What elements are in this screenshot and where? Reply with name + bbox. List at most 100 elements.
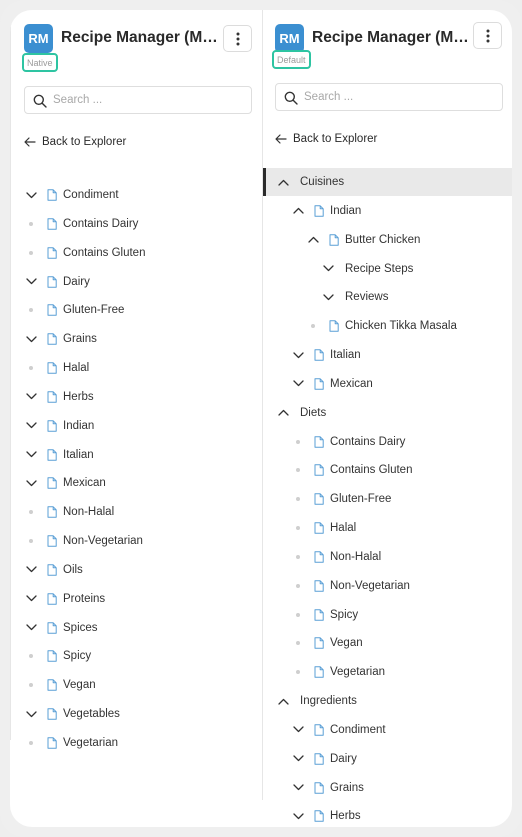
chevron-down-icon [292, 784, 304, 791]
more-options-button[interactable] [473, 22, 502, 49]
expand-toggle[interactable] [277, 176, 289, 188]
tree-item[interactable]: Mexican [10, 469, 263, 497]
expand-toggle[interactable] [292, 349, 304, 361]
document-icon [47, 218, 57, 230]
expand-toggle[interactable] [292, 205, 304, 217]
tree-item[interactable]: Non-Vegetarian [10, 527, 263, 555]
tree-item[interactable]: Spices [10, 614, 263, 642]
expand-toggle[interactable] [25, 276, 37, 288]
expand-toggle[interactable] [277, 407, 289, 419]
search-input[interactable] [53, 90, 233, 110]
search-box[interactable] [275, 83, 503, 111]
tree-item[interactable]: Dairy [10, 268, 263, 296]
tree-leaf-marker [292, 609, 304, 621]
tree-item[interactable]: Reviews [263, 283, 512, 311]
tree-item[interactable]: Condiment [263, 716, 512, 744]
expand-toggle[interactable] [25, 708, 37, 720]
bullet-dot-icon [29, 366, 33, 371]
expand-toggle[interactable] [292, 724, 304, 736]
expand-toggle[interactable] [307, 234, 319, 246]
tree-item[interactable]: Vegetarian [263, 658, 512, 686]
tree-item[interactable]: Vegan [10, 671, 263, 699]
expand-toggle[interactable] [277, 695, 289, 707]
chevron-down-icon [292, 351, 304, 358]
tree-item-label: Gluten-Free [330, 493, 392, 506]
tree-item[interactable]: Halal [263, 514, 512, 542]
tree-leaf-marker [292, 637, 304, 649]
expand-toggle[interactable] [25, 622, 37, 634]
tree-item[interactable]: Cuisines [263, 168, 512, 196]
tree-item[interactable]: Herbs [10, 383, 263, 411]
expand-toggle[interactable] [322, 291, 334, 303]
tree-item[interactable]: Proteins [10, 585, 263, 613]
document-icon [47, 593, 57, 605]
tree-item[interactable]: Halal [10, 354, 263, 382]
back-to-explorer-link[interactable]: Back to Explorer [24, 133, 126, 151]
tree-item[interactable]: Non-Halal [263, 543, 512, 571]
document-icon [47, 621, 57, 634]
tree-item[interactable]: Ingredients [263, 687, 512, 715]
left-pane: RM Recipe Manager (Metadata) Native Back… [10, 10, 263, 827]
expand-toggle[interactable] [292, 782, 304, 794]
bullet-dot-icon [311, 324, 315, 329]
search-icon [33, 94, 47, 108]
tree-item[interactable]: Vegetables [10, 700, 263, 728]
tree-item[interactable]: Diets [263, 399, 512, 427]
expand-toggle[interactable] [25, 449, 37, 461]
bullet-dot-icon [296, 583, 300, 588]
document-icon [47, 420, 57, 432]
tree-item[interactable]: Vegetarian [10, 729, 263, 757]
expand-toggle[interactable] [25, 189, 37, 201]
tree-item[interactable]: Gluten-Free [10, 296, 263, 324]
tree-item[interactable]: Condiment [10, 181, 263, 209]
left-edge-divider [10, 10, 11, 740]
expand-toggle[interactable] [292, 810, 304, 822]
tree-item[interactable]: Contains Dairy [10, 210, 263, 238]
tree-item[interactable]: Recipe Steps [263, 255, 512, 283]
tree-item[interactable]: Chicken Tikka Masala [263, 312, 512, 340]
tree-item[interactable]: Non-Vegetarian [263, 572, 512, 600]
document-icon [314, 580, 324, 592]
expand-toggle[interactable] [25, 477, 37, 489]
tree-item[interactable]: Contains Dairy [263, 428, 512, 456]
bullet-dot-icon [296, 670, 300, 675]
tree-item[interactable]: Indian [263, 197, 512, 225]
chevron-down-icon [25, 595, 37, 602]
tree-item[interactable]: Oils [10, 556, 263, 584]
search-box[interactable] [24, 86, 252, 114]
tree-item[interactable]: Mexican [263, 370, 512, 398]
tree-item[interactable]: Butter Chicken [263, 226, 512, 254]
tree-item[interactable]: Italian [10, 441, 263, 469]
expand-toggle[interactable] [292, 378, 304, 390]
search-input[interactable] [304, 87, 484, 107]
document-icon [314, 724, 324, 736]
tree-item[interactable]: Contains Gluten [263, 456, 512, 484]
more-options-button[interactable] [223, 25, 252, 52]
tree-item[interactable]: Spicy [263, 601, 512, 629]
back-to-explorer-link[interactable]: Back to Explorer [275, 130, 377, 148]
expand-toggle[interactable] [25, 391, 37, 403]
expand-toggle[interactable] [322, 263, 334, 275]
expand-toggle[interactable] [25, 333, 37, 345]
tree-leaf-marker [25, 218, 37, 230]
tree-item[interactable]: Gluten-Free [263, 485, 512, 513]
chevron-down-icon [25, 480, 37, 487]
tree-item[interactable]: Grains [263, 774, 512, 802]
tree-leaf-marker [307, 320, 319, 332]
tree-item[interactable]: Indian [10, 412, 263, 440]
tree-item[interactable]: Spicy [10, 642, 263, 670]
tree-item[interactable]: Vegan [263, 629, 512, 657]
tree-item[interactable]: Grains [10, 325, 263, 353]
tree-item[interactable]: Non-Halal [10, 498, 263, 526]
document-icon [314, 551, 324, 563]
document-icon [314, 435, 324, 448]
tree-item[interactable]: Dairy [263, 745, 512, 773]
expand-toggle[interactable] [25, 593, 37, 605]
expand-toggle[interactable] [25, 564, 37, 576]
expand-toggle[interactable] [25, 420, 37, 432]
tree-item[interactable]: Italian [263, 341, 512, 369]
expand-toggle[interactable] [292, 753, 304, 765]
tree-item[interactable]: Herbs [263, 802, 512, 827]
tree-item[interactable]: Contains Gluten [10, 239, 263, 267]
document-icon [47, 275, 57, 288]
